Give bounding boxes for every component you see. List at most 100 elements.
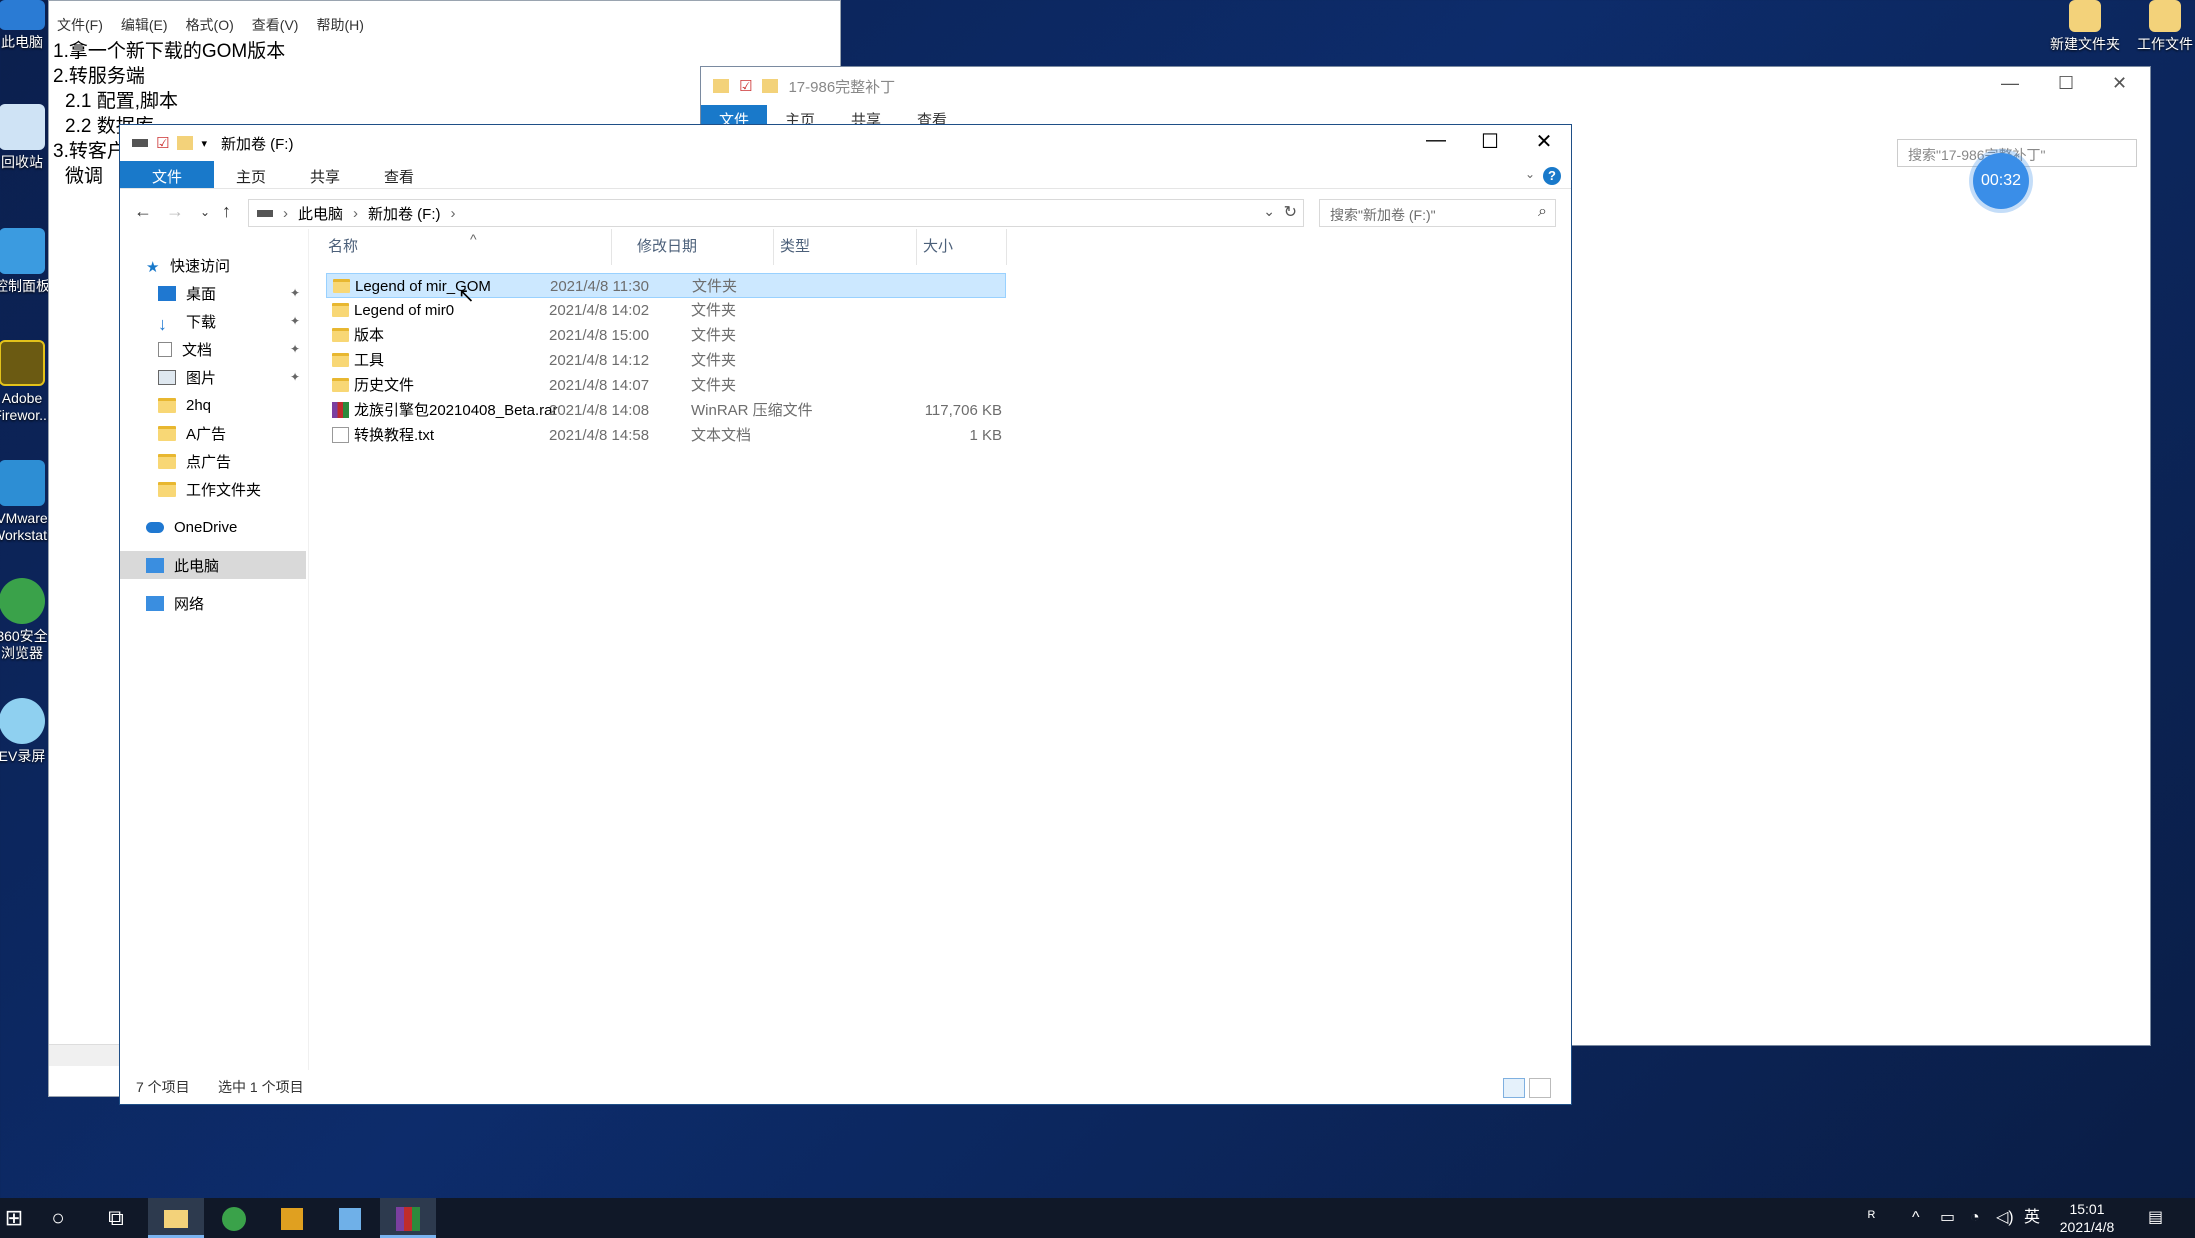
search-input[interactable]: 搜索"新加卷 (F:)" ⌕ <box>1319 199 1556 227</box>
column-header-name[interactable]: 名称 <box>322 229 612 265</box>
file-row[interactable]: 工具 2021/4/8 14:12 文件夹 <box>326 348 1006 373</box>
large-icons-view-icon[interactable] <box>1529 1078 1551 1098</box>
address-bar[interactable]: › 此电脑 › 新加卷 (F:) › ⌄ ↻ <box>248 199 1304 227</box>
menu-help[interactable]: 帮助(H) <box>316 15 363 35</box>
back-arrow-icon[interactable]: ← <box>134 201 152 222</box>
minimize-icon[interactable]: — <box>2001 73 2019 94</box>
sidebar-item-downloads[interactable]: ↓ 下载 ✦ <box>120 307 306 335</box>
recording-timer[interactable]: 00:32 <box>1973 153 2029 209</box>
forward-arrow-icon[interactable]: → <box>166 201 184 222</box>
desktop-icon-recycle-bin[interactable]: 回收站 <box>0 104 52 171</box>
breadcrumb-this-pc[interactable]: 此电脑 <box>298 203 343 224</box>
sidebar-item-this-pc[interactable]: 此电脑 <box>120 551 306 579</box>
chevron-down-icon[interactable]: ⌄ <box>1263 203 1275 220</box>
expand-ribbon-icon[interactable]: ⌄ <box>1525 167 1535 181</box>
pin-icon[interactable]: ✦ <box>290 314 300 328</box>
sidebar-item-label: OneDrive <box>174 518 238 536</box>
tab-file[interactable]: 文件 <box>120 161 215 188</box>
file-row[interactable]: 版本 2021/4/8 15:00 文件夹 <box>326 323 1006 348</box>
clock[interactable]: 15:01 2021/4/8 <box>2052 1198 2122 1238</box>
search-placeholder: 搜索"新加卷 (F:)" <box>1330 207 1436 223</box>
task-view-icon[interactable]: ⧉ <box>88 1198 144 1238</box>
pin-icon[interactable]: ✦ <box>290 342 300 356</box>
tab-home[interactable]: 主页 <box>214 161 288 188</box>
details-view-icon[interactable] <box>1503 1078 1525 1098</box>
chevron-right-icon[interactable]: › <box>283 205 288 222</box>
sidebar-item-network[interactable]: 网络 <box>120 589 306 617</box>
desktop-icon-ev-recorder[interactable]: EV录屏 <box>0 698 52 765</box>
notepad-taskbar-icon[interactable] <box>322 1198 378 1238</box>
close-icon[interactable]: ✕ <box>1524 129 1564 154</box>
tab-share[interactable]: 共享 <box>288 161 362 188</box>
explorer-titlebar[interactable]: ☑ ▾ 新加卷 (F:) <box>120 125 1571 161</box>
column-header-size[interactable]: 大小 <box>917 229 1007 265</box>
vmware-taskbar-icon[interactable] <box>264 1198 320 1238</box>
desktop-icon-control-panel[interactable]: 控制面板 <box>0 228 52 295</box>
browser-icon <box>0 578 45 624</box>
desktop-icon-vmware[interactable]: VMware Workstati... <box>0 460 62 544</box>
file-row[interactable]: 转换教程.txt 2021/4/8 14:58 文本文档 1 KB <box>326 423 1006 448</box>
menu-file[interactable]: 文件(F) <box>57 15 103 35</box>
tab-view[interactable]: 查看 <box>362 161 436 188</box>
sidebar-item-onedrive[interactable]: OneDrive <box>120 513 306 541</box>
sidebar-item-work-folder[interactable]: 工作文件夹 <box>120 475 306 503</box>
winrar-taskbar-icon[interactable] <box>380 1198 436 1238</box>
desktop-icon <box>158 285 176 301</box>
maximize-icon[interactable]: ☐ <box>2058 73 2074 94</box>
desktop-icon-browser[interactable]: 360安全浏览器 <box>0 578 52 662</box>
chevron-right-icon[interactable]: › <box>451 205 456 222</box>
maximize-icon[interactable]: ☐ <box>1470 129 1510 154</box>
ime-indicator[interactable]: 英 <box>2024 1198 2040 1238</box>
wifi-icon[interactable]: ◔ <box>1970 1198 1980 1238</box>
folder-icon <box>332 328 349 342</box>
file-explorer-taskbar-icon[interactable] <box>148 1198 204 1238</box>
explorer-window[interactable]: ☑ ▾ 新加卷 (F:) — ☐ ✕ 文件 主页 共享 查看 ⌄ ? ← → ⌄… <box>119 124 1572 1105</box>
menu-format[interactable]: 格式(O) <box>186 15 234 35</box>
sidebar-item-pictures[interactable]: 图片 ✦ <box>120 363 306 391</box>
minimize-icon[interactable]: — <box>1416 129 1456 152</box>
sidebar-item-a-ads[interactable]: A广告 <box>120 419 306 447</box>
desktop-icon-work-folder[interactable]: 工作文件 <box>2130 0 2195 53</box>
sidebar-item-2hq[interactable]: 2hq <box>120 391 306 419</box>
desktop-icon-new-folder[interactable]: 新建文件夹 <box>2050 0 2120 53</box>
column-header-type[interactable]: 类型 <box>774 229 917 265</box>
search-icon[interactable]: ⌕ <box>1538 203 1547 221</box>
menu-edit[interactable]: 编辑(E) <box>121 15 168 35</box>
horizontal-scrollbar[interactable] <box>49 1044 121 1066</box>
refresh-icon[interactable]: ↻ <box>1284 202 1297 222</box>
file-row[interactable]: Legend of mir0 2021/4/8 14:02 文件夹 <box>326 298 1006 323</box>
close-icon[interactable]: ✕ <box>2112 73 2127 94</box>
file-date: 2021/4/8 14:02 <box>549 302 650 319</box>
chevron-right-icon[interactable]: › <box>353 205 358 222</box>
sidebar-item-documents[interactable]: 文档 ✦ <box>120 335 306 363</box>
volume-icon[interactable]: ◁) <box>1996 1198 2014 1238</box>
quick-access-dropdown-icon[interactable]: ▾ <box>201 137 207 150</box>
back-titlebar[interactable]: ☑ 17-986完整补丁 <box>701 67 2150 105</box>
browser-taskbar-icon[interactable] <box>206 1198 262 1238</box>
search-icon[interactable]: ○ <box>30 1198 86 1238</box>
up-arrow-icon[interactable]: ↑ <box>222 201 231 222</box>
people-icon[interactable]: ᴿ <box>1868 1198 1875 1238</box>
menu-view[interactable]: 查看(V) <box>252 15 299 35</box>
recent-locations-icon[interactable]: ⌄ <box>200 205 210 219</box>
battery-icon[interactable]: ▭ <box>1940 1198 1955 1238</box>
pin-icon[interactable]: ✦ <box>290 286 300 300</box>
notepad-titlebar[interactable] <box>49 1 840 11</box>
help-icon[interactable]: ? <box>1543 167 1561 185</box>
chevron-up-icon[interactable]: ^ <box>1912 1198 1920 1238</box>
file-row[interactable]: 历史文件 2021/4/8 14:07 文件夹 <box>326 373 1006 398</box>
mouse-cursor-icon: ↖ <box>458 285 475 307</box>
desktop-icon-fireworks[interactable]: Adobe Firewor... <box>0 340 52 424</box>
column-header-date[interactable]: 修改日期 <box>631 229 774 265</box>
sidebar-item-desktop[interactable]: 桌面 ✦ <box>120 279 306 307</box>
desktop-icon-label: EV录屏 <box>0 748 46 764</box>
pane-divider[interactable] <box>308 229 309 1070</box>
sidebar-item-dot-ads[interactable]: 点广告 <box>120 447 306 475</box>
sidebar-item-quick-access[interactable]: ★ 快速访问 <box>120 251 306 279</box>
file-row[interactable]: 龙族引擎包20210408_Beta.rar 2021/4/8 14:08 Wi… <box>326 398 1006 423</box>
desktop-icon-this-pc[interactable]: 此电脑 <box>0 0 52 51</box>
pin-icon[interactable]: ✦ <box>290 370 300 384</box>
breadcrumb-drive[interactable]: 新加卷 (F:) <box>368 203 441 224</box>
notification-icon[interactable]: ▤ <box>2148 1198 2163 1238</box>
file-row[interactable]: Legend of mir_GOM 2021/4/8 11:30 文件夹 <box>326 273 1006 298</box>
